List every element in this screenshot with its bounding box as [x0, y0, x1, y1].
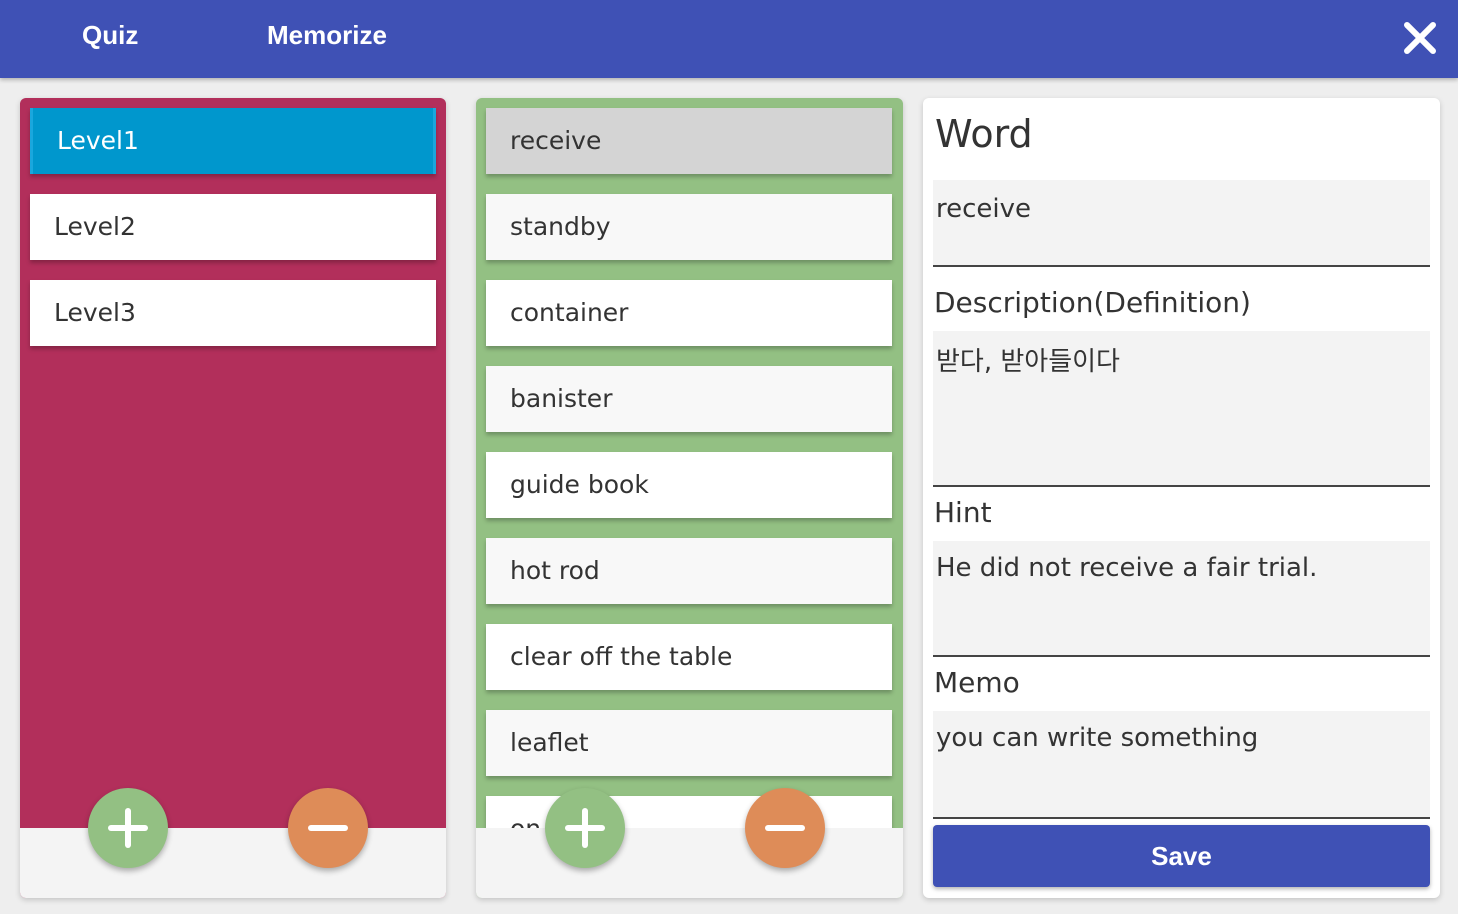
description-field[interactable]: 받다, 받아들이다	[933, 331, 1430, 487]
save-button[interactable]: Save	[933, 825, 1430, 887]
word-list: receive standby container banister guide…	[476, 98, 903, 828]
tab-memorize[interactable]: Memorize	[267, 20, 387, 51]
detail-title: Word	[935, 112, 1033, 156]
description-label: Description(Definition)	[934, 286, 1251, 319]
close-icon	[1404, 22, 1436, 54]
top-app-bar: Quiz Memorize	[0, 0, 1458, 78]
level-list: Level1 Level2 Level3	[20, 98, 446, 828]
word-item[interactable]: container	[486, 280, 892, 346]
word-item[interactable]: guide book	[486, 452, 892, 518]
word-item[interactable]: standby	[486, 194, 892, 260]
word-panel-footer	[476, 828, 903, 898]
word-item[interactable]: receive	[486, 108, 892, 174]
close-button[interactable]	[1400, 18, 1440, 58]
word-item[interactable]: leaflet	[486, 710, 892, 776]
remove-level-button[interactable]	[288, 788, 368, 868]
level-panel-footer	[20, 828, 446, 898]
memo-field[interactable]: you can write something	[933, 711, 1430, 819]
add-level-button[interactable]	[88, 788, 168, 868]
add-word-button[interactable]	[545, 788, 625, 868]
word-list-panel: receive standby container banister guide…	[476, 98, 903, 898]
word-item[interactable]: banister	[486, 366, 892, 432]
level-list-panel: Level1 Level2 Level3	[20, 98, 446, 898]
memo-label: Memo	[934, 666, 1020, 699]
hint-field[interactable]: He did not receive a fair trial.	[933, 541, 1430, 657]
word-detail-panel: Word receive Description(Definition) 받다,…	[923, 98, 1440, 898]
tab-quiz[interactable]: Quiz	[82, 20, 138, 51]
level-item-3[interactable]: Level3	[30, 280, 436, 346]
word-item[interactable]: hot rod	[486, 538, 892, 604]
remove-word-button[interactable]	[745, 788, 825, 868]
hint-label: Hint	[934, 496, 992, 529]
level-item-1[interactable]: Level1	[30, 108, 436, 174]
word-item[interactable]: clear off the table	[486, 624, 892, 690]
level-item-2[interactable]: Level2	[30, 194, 436, 260]
word-field[interactable]: receive	[933, 180, 1430, 267]
